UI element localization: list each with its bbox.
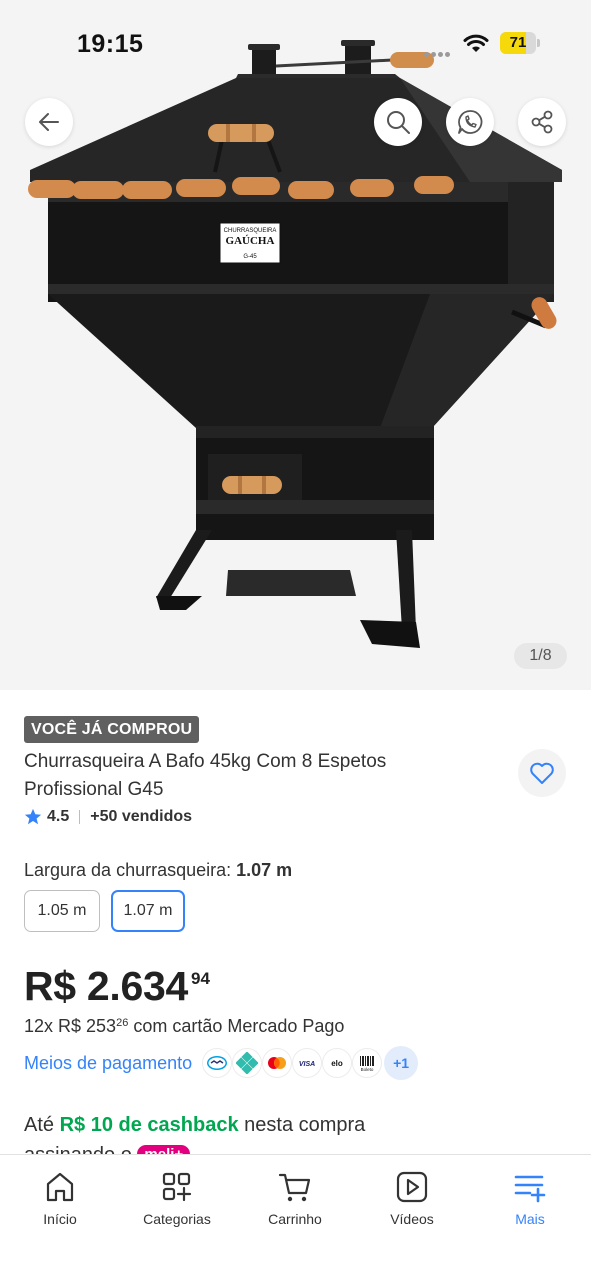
bottom-navigation: Início Categorias Carrinho Vídeos Mais — [0, 1154, 591, 1280]
nav-item-categorias[interactable]: Categorias — [127, 1169, 227, 1227]
heart-icon — [530, 762, 554, 784]
mastercard-icon — [262, 1048, 293, 1078]
cashback-info: Até R$ 10 de cashback nesta compra assin… — [24, 1110, 584, 1154]
product-gallery[interactable]: CHURRASQUEIRA GAÚCHA G-45 19:15 71 1/8 — [0, 0, 591, 690]
share-icon — [531, 110, 553, 134]
rating-row[interactable]: 4.5 +50 vendidos — [24, 806, 192, 828]
price-main: R$ 2.634 — [24, 963, 189, 1009]
home-icon — [46, 1172, 74, 1202]
search-button[interactable] — [374, 98, 422, 146]
arrow-left-icon — [39, 113, 59, 131]
star-icon — [24, 808, 42, 825]
nav-label-carrinho: Carrinho — [268, 1211, 322, 1227]
meli-plus-tag: meli+ — [137, 1145, 191, 1154]
menu-plus-icon — [514, 1175, 546, 1203]
installments: 12x R$ 25326 com cartão Mercado Pago — [24, 1016, 344, 1037]
installments-suffix: com cartão Mercado Pago — [128, 1016, 345, 1036]
cashback-amount: R$ 10 de cashback — [59, 1114, 239, 1136]
whatsapp-share-icon — [458, 110, 483, 134]
variation-label-text: Largura da churrasqueira: — [24, 860, 232, 880]
visa-icon: VISA — [292, 1048, 323, 1078]
share-whatsapp-button[interactable] — [446, 98, 494, 146]
variation-label: Largura da churrasqueira: 1.07 m — [24, 860, 292, 881]
installments-prefix: 12x R$ 253 — [24, 1016, 117, 1036]
divider — [79, 810, 81, 824]
product-title: Churrasqueira A Bafo 45kg Com 8 Espetos … — [24, 751, 387, 800]
variation-selected-value: 1.07 m — [236, 860, 293, 880]
nav-item-carrinho[interactable]: Carrinho — [245, 1169, 345, 1227]
nav-item-inicio[interactable]: Início — [10, 1169, 110, 1227]
share-button[interactable] — [518, 98, 566, 146]
elo-icon: elo — [322, 1048, 353, 1078]
battery-indicator: 71 — [500, 32, 540, 54]
nav-label-videos: Vídeos — [390, 1211, 434, 1227]
nav-item-mais[interactable]: Mais — [480, 1169, 580, 1227]
status-time: 19:15 — [77, 30, 144, 58]
plaque-line2: GAÚCHA — [226, 235, 275, 247]
nav-label-mais: Mais — [515, 1211, 545, 1227]
plaque-line3: G-45 — [243, 254, 257, 260]
rating-value: 4.5 — [47, 808, 70, 825]
gallery-counter: 1/8 — [514, 643, 567, 669]
nav-item-videos[interactable]: Vídeos — [362, 1169, 462, 1227]
installments-cents: 26 — [116, 1017, 129, 1029]
variation-option-1-07[interactable]: 1.07 m — [111, 890, 185, 932]
cart-icon — [278, 1173, 311, 1202]
search-icon — [387, 111, 410, 134]
svg-text:elo: elo — [331, 1059, 343, 1068]
sold-count: +50 vendidos — [90, 808, 193, 825]
cashback-line2: assinando o — [24, 1144, 137, 1154]
wifi-icon — [463, 34, 489, 52]
favorite-button[interactable] — [518, 749, 566, 797]
price-cents: 94 — [191, 969, 210, 988]
payment-methods-row[interactable]: Meios de pagamento VISA elo Boleto +1 — [24, 1046, 419, 1080]
variation-option-1-05[interactable]: 1.05 m — [24, 890, 100, 932]
categories-icon — [162, 1172, 192, 1202]
svg-text:Boleto: Boleto — [361, 1067, 374, 1072]
plaque-line1: CHURRASQUEIRA — [224, 228, 277, 234]
svg-text:VISA: VISA — [299, 1061, 315, 1068]
more-payment-methods-badge[interactable]: +1 — [384, 1046, 419, 1080]
purchased-badge: VOCÊ JÁ COMPROU — [24, 716, 200, 743]
play-icon — [396, 1171, 428, 1203]
boleto-icon: Boleto — [352, 1048, 383, 1078]
payment-methods-link[interactable]: Meios de pagamento — [24, 1053, 192, 1074]
nav-label-categorias: Categorias — [143, 1211, 211, 1227]
nav-label-inicio: Início — [43, 1211, 77, 1227]
price: R$ 2.634 94 — [24, 962, 210, 1010]
cellular-signal-icon — [424, 44, 454, 57]
back-button[interactable] — [25, 98, 73, 146]
pix-icon — [232, 1048, 263, 1078]
status-bar: 19:15 71 — [0, 0, 591, 88]
product-image: CHURRASQUEIRA GAÚCHA G-45 — [28, 40, 562, 648]
cashback-middle: nesta compra — [238, 1114, 366, 1136]
battery-level: 71 — [509, 34, 527, 51]
cashback-prefix: Até — [24, 1114, 60, 1136]
mercado-pago-icon — [202, 1048, 233, 1078]
